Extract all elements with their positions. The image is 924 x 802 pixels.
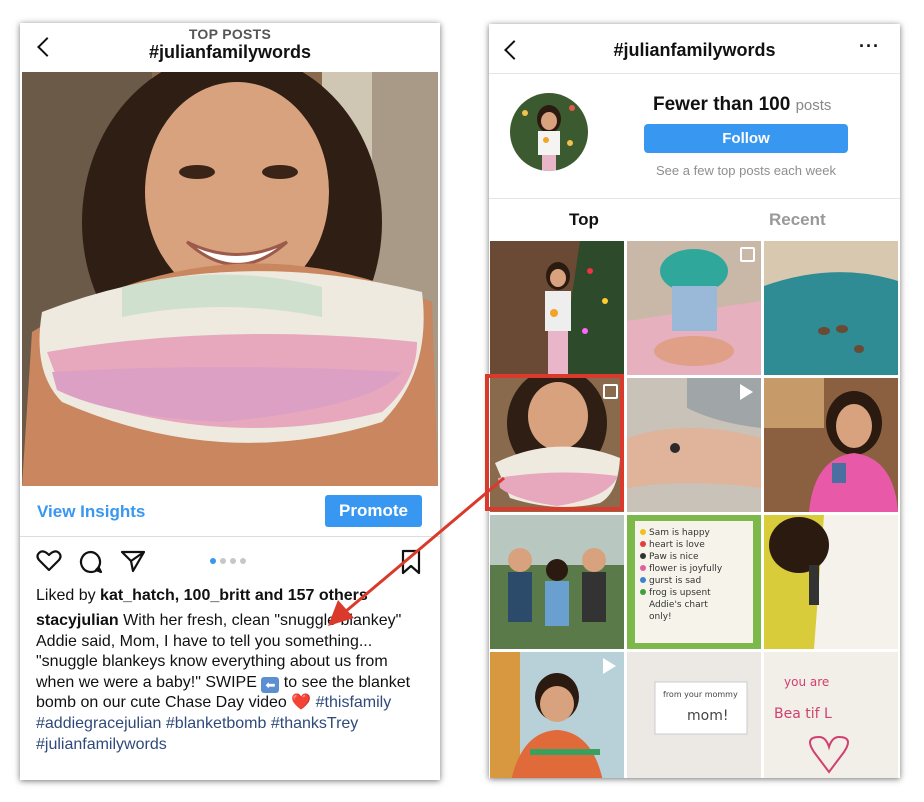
annotation-arrow <box>328 476 505 626</box>
